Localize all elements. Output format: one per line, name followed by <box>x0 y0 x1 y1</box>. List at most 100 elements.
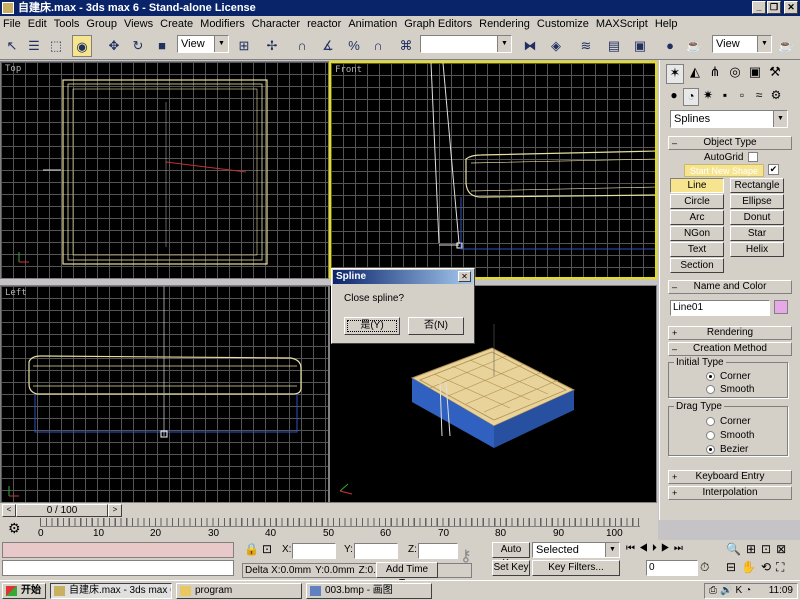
viewport-top[interactable]: Top <box>0 61 329 279</box>
minimize-button[interactable]: _ <box>752 1 766 14</box>
start-new-shape-checkbox[interactable]: ✔ <box>768 164 779 175</box>
text-button[interactable]: Text <box>670 242 724 257</box>
select-manipulate-icon[interactable]: ✢ <box>262 35 282 57</box>
prompt-line[interactable] <box>2 560 234 576</box>
absolute-mode-icon[interactable]: ⊡ <box>262 542 272 556</box>
section-button[interactable]: Section <box>670 258 724 273</box>
object-name-field[interactable]: Line01 <box>670 300 770 316</box>
maxscript-listener-mini[interactable] <box>2 542 234 558</box>
time-slider-thumb[interactable]: 0 / 100 <box>16 504 108 517</box>
named-selection-dropdown[interactable]: ▼ <box>420 35 512 53</box>
line-button[interactable]: Line <box>670 178 724 193</box>
ngon-button[interactable]: NGon <box>670 226 724 241</box>
auto-key-button[interactable]: Auto Key <box>492 542 530 569</box>
ellipse-button[interactable]: Ellipse <box>730 194 784 209</box>
start-new-shape-button[interactable]: Start New Shape <box>684 164 764 177</box>
helix-button[interactable]: Helix <box>730 242 784 257</box>
display-tab-icon[interactable]: ▣ <box>746 64 764 84</box>
named-selection-edit-icon[interactable]: ⌘ <box>396 35 416 57</box>
cameras-icon[interactable]: ▪ <box>717 88 733 106</box>
shapes-icon[interactable]: ◔ <box>683 88 699 106</box>
playback-controls[interactable]: ⏮◀⏵▶⏭ <box>626 543 687 554</box>
app-icon[interactable] <box>2 2 14 14</box>
zoom-icon[interactable]: 🔍 <box>726 542 745 556</box>
x-coordinate-field[interactable] <box>292 543 336 559</box>
key-filters-button[interactable]: Key Filters... <box>532 560 620 576</box>
create-tab-icon[interactable]: ✶ <box>666 64 684 84</box>
menu-tools[interactable]: Tools <box>51 16 84 32</box>
menu-graph-editors[interactable]: Graph Editors <box>401 16 476 32</box>
task-program-folder[interactable]: program <box>176 583 302 599</box>
motion-tab-icon[interactable]: ◎ <box>726 64 744 84</box>
y-coordinate-field[interactable] <box>354 543 398 559</box>
percent-snap-icon[interactable]: % <box>344 35 364 57</box>
align-icon[interactable]: ◈ <box>546 35 566 57</box>
helpers-icon[interactable]: ▫ <box>734 88 750 106</box>
geometry-icon[interactable]: ● <box>666 88 682 106</box>
systems-icon[interactable]: ⚙ <box>768 88 784 106</box>
viewport-nav-icons-2[interactable]: ⊟✋⟲⛶ <box>726 560 789 575</box>
menu-reactor[interactable]: reactor <box>304 16 345 32</box>
rendering-rollout[interactable]: + Rendering <box>668 326 792 340</box>
add-time-tag-button[interactable]: Add Time Tag <box>376 562 438 589</box>
move-icon[interactable]: ✥ <box>104 35 124 57</box>
menu-create[interactable]: Create <box>157 16 197 32</box>
menu-edit[interactable]: Edit <box>25 16 51 32</box>
close-button[interactable]: ✕ <box>784 1 798 14</box>
key-mode-dropdown[interactable]: Selected ▼ <box>532 542 620 558</box>
layers-icon[interactable]: ≋ <box>576 35 596 57</box>
current-frame-field[interactable]: 0 <box>646 560 698 576</box>
select-arrow-icon[interactable]: ↖ <box>2 35 22 57</box>
yes-button[interactable]: 是(Y) <box>344 317 400 335</box>
no-button[interactable]: 否(N) <box>408 317 464 335</box>
scale-icon[interactable]: ■ <box>152 35 172 57</box>
star-button[interactable]: Star <box>730 226 784 241</box>
key-icon[interactable]: ⚷ <box>460 546 472 566</box>
start-button[interactable]: 开始 <box>2 583 46 599</box>
reference-coord-dropdown[interactable]: View ▼ <box>177 35 229 53</box>
dialog-close-button[interactable]: ✕ <box>458 271 471 282</box>
set-key-button[interactable]: Set Key <box>492 560 530 576</box>
name-and-color-rollout[interactable]: – Name and Color <box>668 280 792 294</box>
menu-help[interactable]: Help <box>652 16 682 32</box>
menu-animation[interactable]: Animation <box>345 16 401 32</box>
lock-icon[interactable]: 🔒 <box>244 542 259 556</box>
category-dropdown[interactable]: Splines ▼ <box>670 110 788 128</box>
tray-icons[interactable]: ⎙🔊K◔ <box>709 584 754 598</box>
autogrid-checkbox[interactable] <box>748 152 758 162</box>
circle-button[interactable]: Circle <box>670 194 724 209</box>
material-editor-icon[interactable]: ● <box>660 35 680 57</box>
menu-modifiers[interactable]: Modifiers <box>197 16 249 32</box>
pivot-icon[interactable]: ⊞ <box>234 35 254 57</box>
curve-editor-icon[interactable]: ▤ <box>604 35 624 57</box>
menu-views[interactable]: Views <box>121 16 157 32</box>
object-type-rollout[interactable]: – Object Type <box>668 136 792 150</box>
time-config-icon[interactable]: ⏱ <box>700 560 709 575</box>
spinner-snap-icon[interactable]: ∩ <box>368 35 388 57</box>
trackbar-filter-icon[interactable]: ⚙ <box>8 520 21 537</box>
menu-character[interactable]: Character <box>249 16 304 32</box>
creation-method-rollout[interactable]: – Creation Method <box>668 342 792 356</box>
modify-tab-icon[interactable]: ◭ <box>686 64 704 84</box>
z-coordinate-field[interactable] <box>418 543 458 559</box>
menu-file[interactable]: File <box>0 16 25 32</box>
rect-selection-icon[interactable]: ⬚ <box>46 35 66 57</box>
lights-icon[interactable]: ✷ <box>700 88 716 106</box>
chevron-left-icon[interactable]: < <box>2 504 16 517</box>
angle-snap-icon[interactable]: ∡ <box>318 35 338 57</box>
utilities-tab-icon[interactable]: ⚒ <box>766 64 784 84</box>
object-color-swatch[interactable] <box>774 300 788 314</box>
initial-corner-radio[interactable]: Corner <box>704 371 751 383</box>
menu-rendering[interactable]: Rendering <box>476 16 534 32</box>
schematic-view-icon[interactable]: ▣ <box>630 35 650 57</box>
keyboard-entry-rollout[interactable]: + Keyboard Entry <box>668 470 792 484</box>
restore-button[interactable]: ❐ <box>767 1 781 14</box>
drag-corner-radio[interactable]: Corner <box>704 416 751 428</box>
viewport-left[interactable]: Left <box>0 285 329 503</box>
donut-button[interactable]: Donut <box>730 210 784 225</box>
spacewarps-icon[interactable]: ≈ <box>751 88 767 106</box>
task-paint[interactable]: 003.bmp - 画图 <box>306 583 432 599</box>
chevron-right-icon[interactable]: > <box>108 504 122 517</box>
hierarchy-tab-icon[interactable]: ⋔ <box>706 64 724 84</box>
drag-smooth-radio[interactable]: Smooth <box>704 430 754 442</box>
